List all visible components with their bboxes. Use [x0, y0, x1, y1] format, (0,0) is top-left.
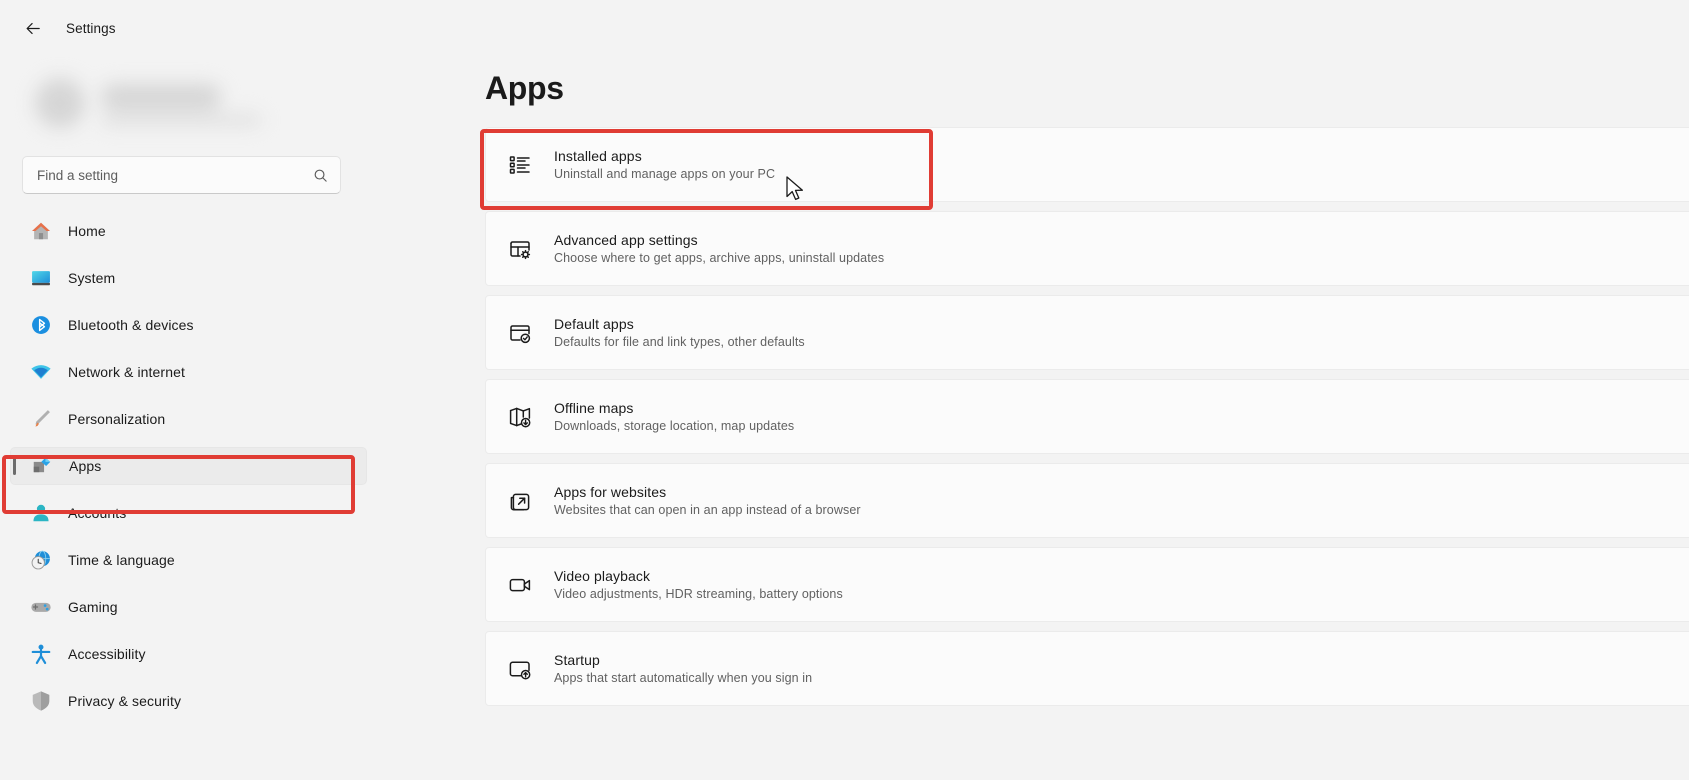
row-title: Startup	[554, 652, 812, 668]
sidebar-item-bluetooth-devices[interactable]: Bluetooth & devices	[10, 306, 367, 344]
map-download-icon	[508, 405, 532, 429]
row-text: Video playback Video adjustments, HDR st…	[554, 568, 843, 601]
row-subtitle: Uninstall and manage apps on your PC	[554, 167, 775, 181]
settings-card-list: Installed apps Uninstall and manage apps…	[375, 127, 1689, 706]
row-title: Advanced app settings	[554, 232, 884, 248]
row-text: Default apps Defaults for file and link …	[554, 316, 805, 349]
startup-arrow-icon	[508, 657, 532, 681]
title-bar: Settings	[0, 0, 1689, 56]
shield-icon	[30, 690, 52, 712]
paintbrush-icon	[30, 408, 52, 430]
bulleted-list-icon	[508, 153, 532, 177]
app-window-check-icon	[508, 321, 532, 345]
app-window-gear-icon	[508, 237, 532, 261]
sidebar-item-label: Personalization	[68, 411, 165, 427]
sidebar-item-label: Accessibility	[68, 646, 146, 662]
startup-row[interactable]: Startup Apps that start automatically wh…	[485, 631, 1689, 706]
video-playback-row[interactable]: Video playback Video adjustments, HDR st…	[485, 547, 1689, 622]
sidebar-item-label: Home	[68, 223, 106, 239]
arrow-left-icon	[25, 20, 42, 37]
bluetooth-icon	[30, 314, 52, 336]
sidebar-item-gaming[interactable]: Gaming	[10, 588, 367, 626]
app-title: Settings	[66, 21, 116, 36]
user-profile-blurred-content	[23, 64, 293, 136]
wifi-icon	[30, 361, 52, 383]
page-title: Apps	[485, 70, 1689, 107]
sidebar-item-label: Privacy & security	[68, 693, 181, 709]
sidebar-item-accessibility[interactable]: Accessibility	[10, 635, 367, 673]
settings-window: Settings	[0, 0, 1689, 780]
row-subtitle: Downloads, storage location, map updates	[554, 419, 794, 433]
row-text: Apps for websites Websites that can open…	[554, 484, 861, 517]
user-email-redacted	[101, 114, 261, 126]
row-subtitle: Apps that start automatically when you s…	[554, 671, 812, 685]
accessibility-person-icon	[30, 643, 52, 665]
row-title: Offline maps	[554, 400, 794, 416]
main-content: Apps Installed apps Uninstall and manage…	[375, 56, 1689, 780]
external-link-icon	[508, 489, 532, 513]
sidebar-item-home[interactable]: Home	[10, 212, 367, 250]
search-input[interactable]	[37, 168, 313, 183]
row-subtitle: Defaults for file and link types, other …	[554, 335, 805, 349]
sidebar-item-label: System	[68, 270, 115, 286]
row-text: Offline maps Downloads, storage location…	[554, 400, 794, 433]
row-text: Advanced app settings Choose where to ge…	[554, 232, 884, 265]
avatar	[35, 78, 85, 128]
sidebar-item-label: Apps	[69, 458, 101, 474]
sidebar-item-label: Network & internet	[68, 364, 185, 380]
clock-globe-icon	[30, 549, 52, 571]
row-subtitle: Choose where to get apps, archive apps, …	[554, 251, 884, 265]
row-title: Apps for websites	[554, 484, 861, 500]
row-title: Installed apps	[554, 148, 775, 164]
search-icon	[313, 168, 328, 183]
apps-icon	[31, 455, 53, 477]
sidebar-item-label: Gaming	[68, 599, 118, 615]
search-container	[22, 156, 355, 194]
sidebar: Home System Bluetooth & d	[0, 56, 375, 780]
sidebar-item-accounts[interactable]: Accounts	[10, 494, 367, 532]
sidebar-item-label: Bluetooth & devices	[68, 317, 194, 333]
sidebar-item-system[interactable]: System	[10, 259, 367, 297]
row-subtitle: Websites that can open in an app instead…	[554, 503, 861, 517]
row-text: Startup Apps that start automatically wh…	[554, 652, 812, 685]
installed-apps-row[interactable]: Installed apps Uninstall and manage apps…	[485, 127, 1689, 202]
default-apps-row[interactable]: Default apps Defaults for file and link …	[485, 295, 1689, 370]
user-profile[interactable]	[18, 56, 357, 148]
row-subtitle: Video adjustments, HDR streaming, batter…	[554, 587, 843, 601]
video-camera-icon	[508, 573, 532, 597]
search-box[interactable]	[22, 156, 341, 194]
offline-maps-row[interactable]: Offline maps Downloads, storage location…	[485, 379, 1689, 454]
sidebar-item-apps[interactable]: Apps	[10, 447, 367, 485]
account-person-icon	[30, 502, 52, 524]
sidebar-item-label: Accounts	[68, 505, 126, 521]
home-icon	[30, 220, 52, 242]
row-text: Installed apps Uninstall and manage apps…	[554, 148, 775, 181]
row-title: Default apps	[554, 316, 805, 332]
apps-for-websites-row[interactable]: Apps for websites Websites that can open…	[485, 463, 1689, 538]
user-name-redacted	[101, 84, 221, 110]
sidebar-item-personalization[interactable]: Personalization	[10, 400, 367, 438]
gamepad-icon	[30, 596, 52, 618]
sidebar-nav-list: Home System Bluetooth & d	[0, 212, 375, 720]
system-monitor-icon	[30, 267, 52, 289]
advanced-app-settings-row[interactable]: Advanced app settings Choose where to ge…	[485, 211, 1689, 286]
back-button[interactable]	[16, 11, 50, 45]
sidebar-item-label: Time & language	[68, 552, 175, 568]
sidebar-item-privacy-security[interactable]: Privacy & security	[10, 682, 367, 720]
row-title: Video playback	[554, 568, 843, 584]
sidebar-item-network-internet[interactable]: Network & internet	[10, 353, 367, 391]
sidebar-item-time-language[interactable]: Time & language	[10, 541, 367, 579]
